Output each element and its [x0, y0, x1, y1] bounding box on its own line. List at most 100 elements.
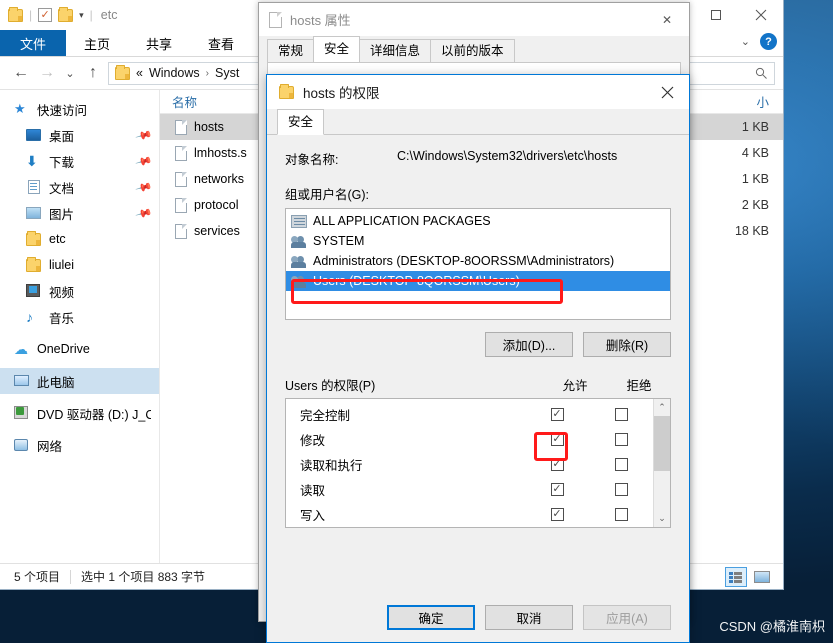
up-icon[interactable]: ↑ — [80, 60, 106, 86]
permissions-tab-bar: 安全 — [267, 109, 689, 135]
ribbon-tab-home[interactable]: 主页 — [66, 30, 128, 56]
details-view-icon[interactable] — [725, 567, 747, 587]
file-size-cell: 4 KB — [741, 146, 769, 160]
deny-checkbox-special[interactable] — [615, 528, 628, 529]
sidebar-item-this-pc[interactable]: 此电脑 — [0, 368, 159, 394]
sidebar-item-videos[interactable]: 视频 — [0, 278, 159, 304]
sidebar-item-downloads[interactable]: ⬇ 下载 📌 — [0, 148, 159, 174]
permissions-header: Users 的权限(P) 允许 拒绝 — [285, 375, 671, 394]
principal-list[interactable]: ALL APPLICATION PACKAGES SYSTEM Administ… — [285, 208, 671, 320]
tab-details[interactable]: 详细信息 — [359, 39, 432, 62]
permissions-scrollbar[interactable]: ⌃ ⌄ — [653, 399, 670, 527]
principal-label: SYSTEM — [313, 234, 365, 248]
column-header-size[interactable]: 小 — [721, 92, 783, 111]
allow-checkbox-full-control[interactable] — [550, 408, 564, 421]
ribbon-tab-file[interactable]: 文件 — [0, 30, 67, 56]
table-row[interactable]: 读取 — [286, 477, 653, 502]
recent-locations-icon[interactable]: ⌄ — [60, 60, 80, 86]
table-row[interactable]: 完全控制 — [286, 402, 653, 427]
chevron-down-icon[interactable]: ▾ — [79, 10, 84, 21]
sidebar-item-music[interactable]: ♪ 音乐 — [0, 304, 159, 330]
table-row[interactable]: 特殊权限 — [286, 527, 653, 528]
sidebar-item-quick-access[interactable]: ★ 快速访问 — [0, 96, 159, 122]
pin-icon[interactable]: 📌 — [135, 152, 153, 170]
allow-checkbox-read[interactable] — [550, 483, 564, 496]
allow-checkbox-modify[interactable] — [550, 433, 564, 446]
sidebar-item-onedrive[interactable]: ☁ OneDrive — [0, 336, 159, 362]
scrollbar-thumb[interactable] — [654, 416, 670, 471]
pin-icon[interactable]: 📌 — [135, 204, 153, 222]
object-name-value: C:\Windows\System32\drivers\etc\hosts — [397, 149, 618, 163]
breadcrumb-overflow[interactable]: « — [136, 66, 143, 80]
cancel-button[interactable]: 取消 — [485, 605, 573, 630]
tab-security[interactable]: 安全 — [277, 109, 325, 135]
ok-button[interactable]: 确定 — [387, 605, 475, 630]
scroll-up-icon[interactable]: ⌃ — [654, 399, 670, 416]
close-icon[interactable] — [738, 0, 783, 30]
folder-icon — [26, 231, 42, 247]
apply-button[interactable]: 应用(A) — [583, 605, 671, 630]
breadcrumb-item-system32[interactable]: Syst — [215, 66, 239, 80]
maximize-icon[interactable] — [693, 0, 738, 30]
chevron-down-icon[interactable]: ⌄ — [741, 35, 750, 48]
sidebar-item-label: 此电脑 — [37, 375, 75, 390]
desktop-icon — [26, 127, 42, 143]
deny-checkbox-read-execute[interactable] — [614, 458, 628, 471]
thumbnails-view-icon[interactable] — [751, 567, 773, 587]
table-row[interactable]: 读取和执行 — [286, 452, 653, 477]
file-size-cell: 18 KB — [734, 224, 769, 238]
list-item[interactable]: ALL APPLICATION PACKAGES — [286, 211, 670, 231]
deny-checkbox-full-control[interactable] — [614, 408, 628, 421]
scrollbar-track[interactable] — [654, 416, 670, 510]
properties-icon[interactable]: ✓ — [38, 8, 53, 22]
forward-icon[interactable]: → — [34, 60, 60, 86]
deny-checkbox-write[interactable] — [614, 508, 628, 521]
file-icon — [175, 197, 187, 213]
list-item[interactable]: SYSTEM — [286, 231, 670, 251]
help-icon[interactable]: ? — [760, 33, 777, 50]
close-icon[interactable] — [645, 75, 689, 109]
tab-previous-versions[interactable]: 以前的版本 — [430, 39, 515, 62]
sidebar-item-documents[interactable]: 文档 📌 — [0, 174, 159, 200]
pin-icon[interactable]: 📌 — [135, 178, 153, 196]
ribbon-tab-view[interactable]: 查看 — [190, 30, 252, 56]
sidebar-item-etc[interactable]: etc — [0, 226, 159, 252]
navigation-pane: ★ 快速访问 桌面 📌 ⬇ 下载 📌 文档 📌 图片 📌 etc liulei … — [0, 90, 160, 563]
allow-checkbox-read-execute[interactable] — [550, 458, 564, 471]
sidebar-item-desktop[interactable]: 桌面 📌 — [0, 122, 159, 148]
quick-access-toolbar: | ✓ ▾ | — [8, 6, 93, 22]
add-button[interactable]: 添加(D)... — [485, 332, 573, 357]
remove-button[interactable]: 删除(R) — [583, 332, 671, 357]
pin-icon[interactable]: 📌 — [135, 126, 153, 144]
breadcrumb-separator-icon[interactable]: › — [206, 68, 209, 79]
list-item-selected[interactable]: Users (DESKTOP-8QORSSM\Users) — [286, 271, 670, 291]
back-icon[interactable]: ← — [8, 60, 34, 86]
tab-security[interactable]: 安全 — [313, 36, 361, 62]
file-size-cell: 2 KB — [741, 198, 769, 212]
breadcrumb-item-windows[interactable]: Windows — [149, 66, 200, 80]
sidebar-item-label: 视频 — [49, 285, 75, 300]
ribbon-controls: ⌄ ? — [741, 33, 777, 50]
table-row[interactable]: 写入 — [286, 502, 653, 527]
allow-checkbox-special[interactable] — [551, 528, 564, 529]
sidebar-item-network[interactable]: 网络 — [0, 432, 159, 458]
table-row[interactable]: 修改 — [286, 427, 653, 452]
file-icon — [269, 11, 282, 28]
scroll-down-icon[interactable]: ⌄ — [654, 510, 670, 527]
deny-column-label: 拒绝 — [626, 379, 652, 393]
dvd-drive-icon — [14, 405, 30, 421]
sidebar-item-liulei[interactable]: liulei — [0, 252, 159, 278]
close-icon[interactable]: ✕ — [645, 3, 689, 36]
permissions-dialog-title: hosts 的权限 — [303, 86, 380, 101]
allow-checkbox-write[interactable] — [550, 508, 564, 521]
new-folder-icon[interactable] — [58, 6, 74, 22]
deny-checkbox-modify[interactable] — [614, 433, 628, 446]
list-item[interactable]: Administrators (DESKTOP-8OORSSM\Administ… — [286, 251, 670, 271]
sidebar-item-pictures[interactable]: 图片 📌 — [0, 200, 159, 226]
properties-title-bar: hosts 属性 ✕ — [259, 3, 689, 36]
folder-icon[interactable] — [8, 6, 23, 22]
deny-checkbox-read[interactable] — [614, 483, 628, 496]
sidebar-item-dvd-drive[interactable]: DVD 驱动器 (D:) J_C — [0, 400, 159, 426]
tab-general[interactable]: 常规 — [267, 39, 315, 62]
ribbon-tab-share[interactable]: 共享 — [128, 30, 190, 56]
